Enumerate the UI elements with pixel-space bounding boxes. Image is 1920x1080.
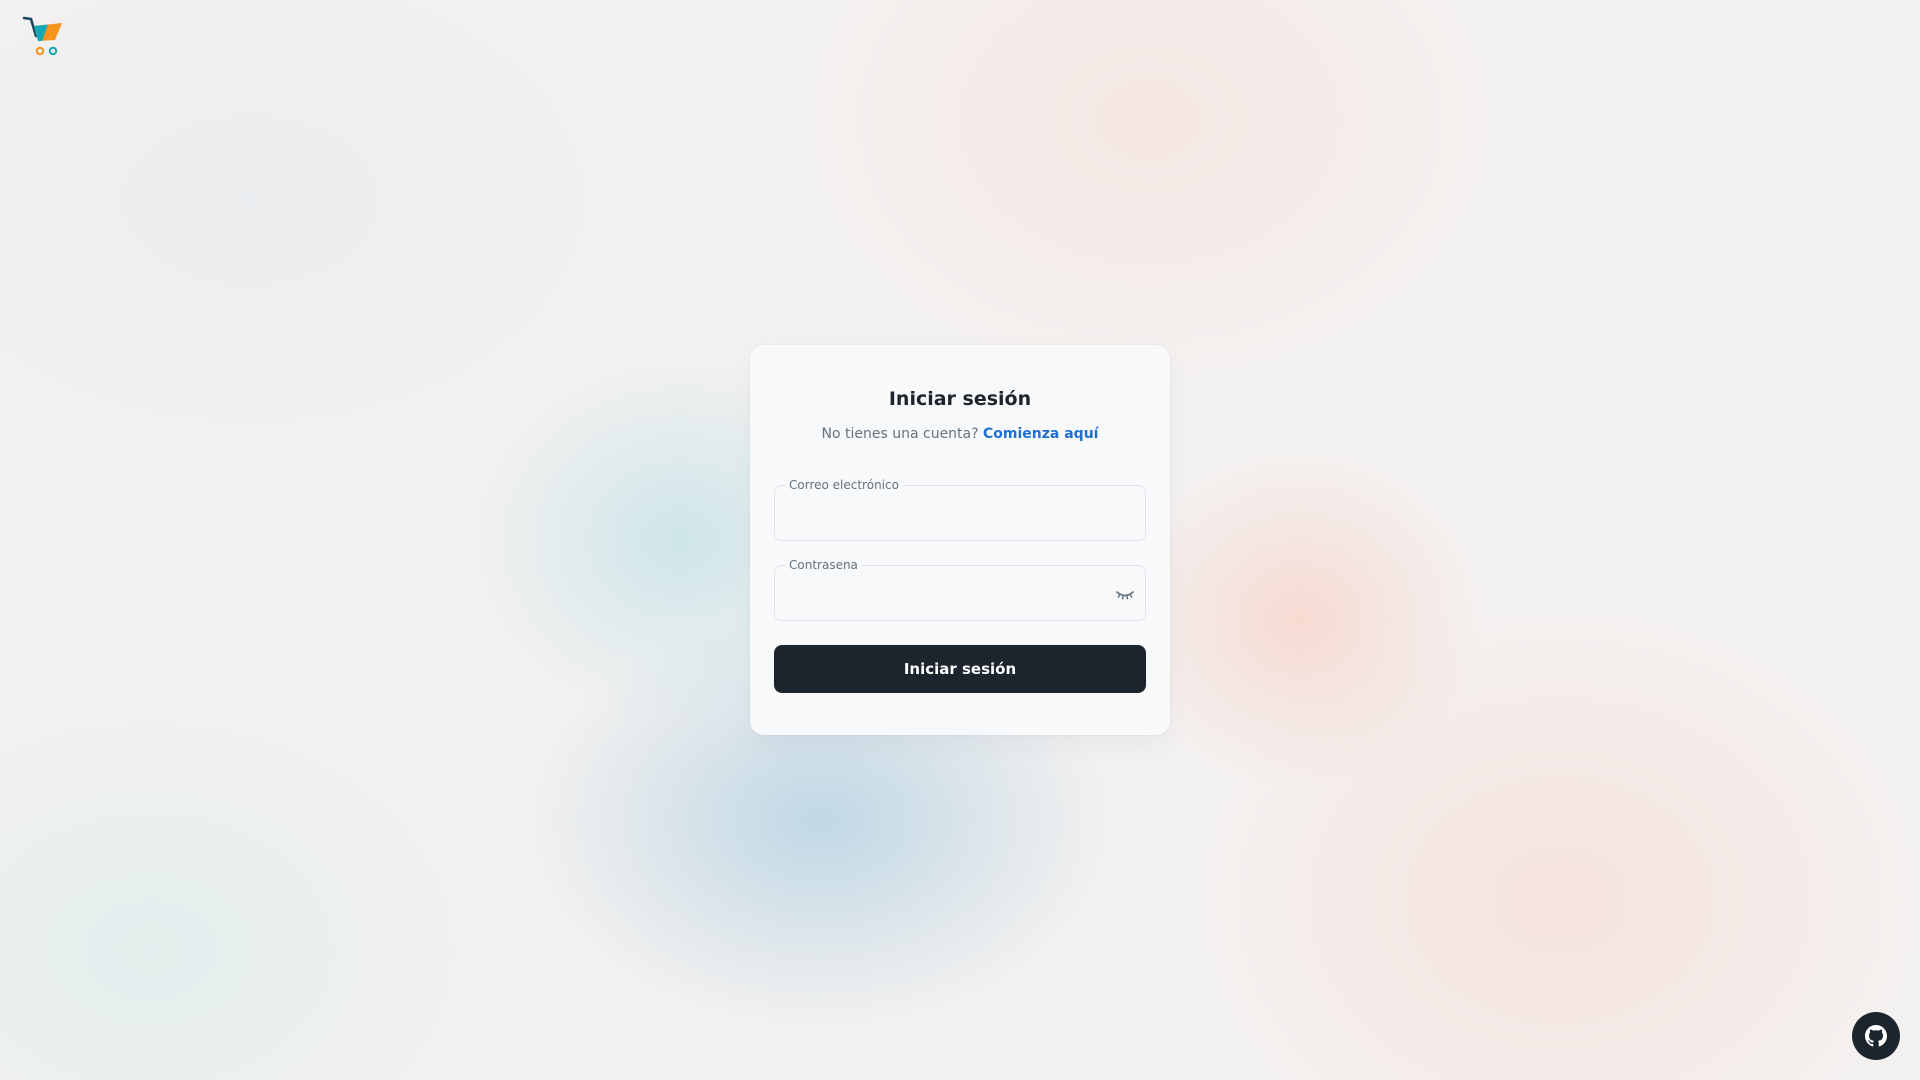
password-input[interactable]	[775, 566, 1145, 620]
page-title: Iniciar sesión	[888, 388, 1032, 410]
signup-prompt-text: No tienes una cuenta?	[821, 426, 979, 442]
password-field[interactable]: Contrasena	[774, 557, 1146, 621]
github-icon	[1865, 1025, 1887, 1047]
login-card: Iniciar sesión No tienes una cuenta? Com…	[750, 345, 1170, 735]
login-submit-button[interactable]: Iniciar sesión	[774, 645, 1146, 693]
email-input[interactable]	[775, 486, 1145, 540]
signup-link[interactable]: Comienza aquí	[983, 426, 1098, 442]
github-button[interactable]	[1852, 1012, 1900, 1060]
password-visibility-toggle[interactable]	[1113, 582, 1137, 606]
signup-prompt: No tienes una cuenta? Comienza aquí	[774, 423, 1146, 445]
eye-closed-icon	[1116, 591, 1134, 600]
shopping-cart-logo-icon	[22, 16, 62, 56]
email-field[interactable]: Correo electrónico	[774, 477, 1146, 541]
logo	[22, 16, 66, 58]
